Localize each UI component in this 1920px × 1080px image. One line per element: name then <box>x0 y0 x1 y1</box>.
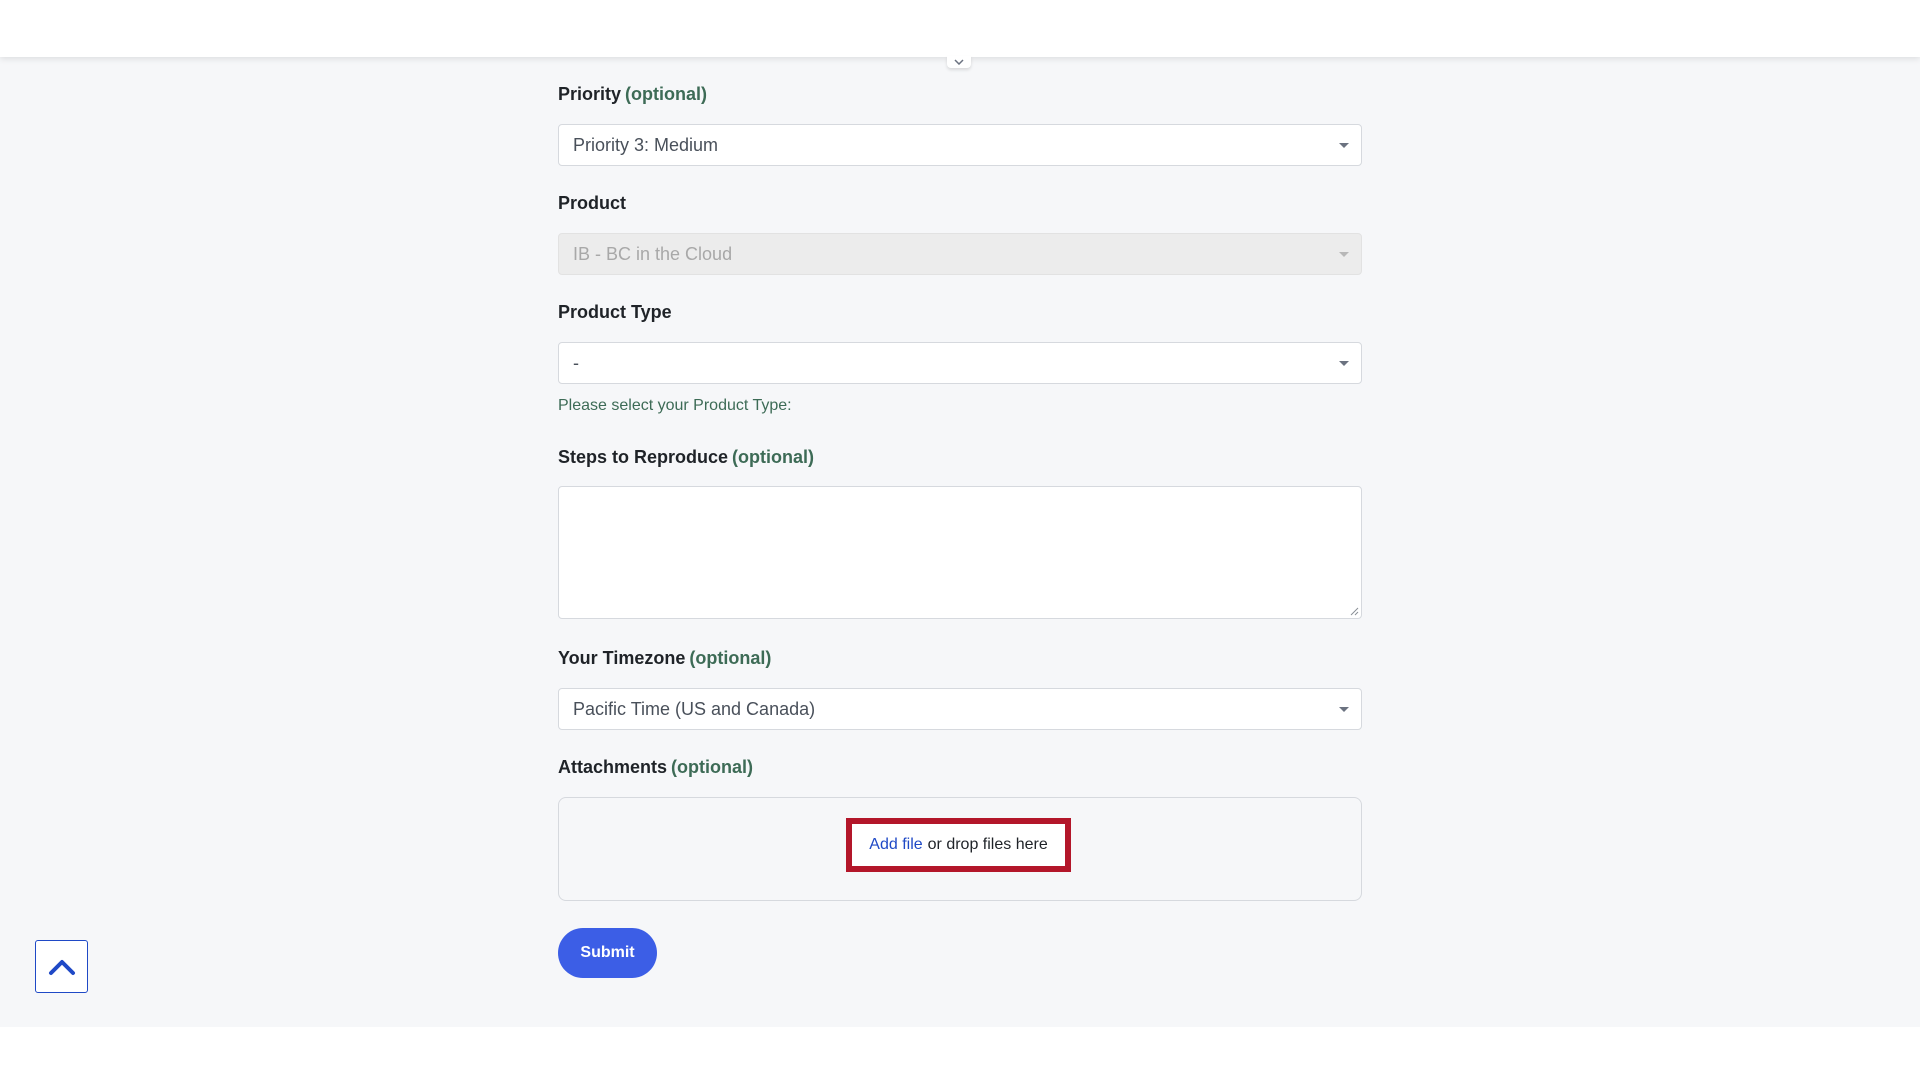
product-label-text: Product <box>558 193 627 213</box>
submit-button[interactable]: Submit <box>558 928 657 978</box>
attachments-label: Attachments (optional) <box>558 757 753 778</box>
priority-label-text: Priority <box>558 84 622 104</box>
chevron-up-icon <box>48 959 75 975</box>
steps-to-reproduce-label: Steps to Reproduce (optional) <box>558 447 814 468</box>
timezone-label-text: Your Timezone <box>558 648 686 668</box>
product-type-label-text: Product Type <box>558 302 672 322</box>
priority-select-value: Priority 3: Medium <box>573 135 719 155</box>
product-type-select[interactable]: - <box>558 342 1362 384</box>
optional-marker: (optional) <box>625 84 708 104</box>
caret-down-icon <box>1339 361 1349 366</box>
drop-files-text: or drop files here <box>927 836 1048 853</box>
resize-handle-icon[interactable] <box>1350 607 1359 616</box>
steps-to-reproduce-textarea[interactable] <box>558 486 1362 619</box>
product-select: IB - BC in the Cloud <box>558 233 1362 275</box>
caret-down-icon <box>1339 252 1349 257</box>
header-toggle-button[interactable] <box>947 56 971 68</box>
timezone-select[interactable]: Pacific Time (US and Canada) <box>558 688 1362 730</box>
add-file-highlight: Add file or drop files here <box>846 818 1071 872</box>
attachments-label-text: Attachments <box>558 757 668 777</box>
product-select-value: IB - BC in the Cloud <box>573 244 733 264</box>
steps-to-reproduce-label-text: Steps to Reproduce <box>558 447 729 467</box>
add-file-link[interactable]: Add file <box>869 836 922 854</box>
priority-label: Priority (optional) <box>558 84 707 105</box>
caret-down-icon <box>1339 143 1349 148</box>
product-type-label: Product Type <box>558 302 672 323</box>
product-label: Product <box>558 193 626 214</box>
priority-select[interactable]: Priority 3: Medium <box>558 124 1362 166</box>
top-header-bar <box>0 0 1920 57</box>
timezone-label: Your Timezone (optional) <box>558 648 771 669</box>
product-type-select-value: - <box>573 353 579 373</box>
optional-marker: (optional) <box>732 447 815 467</box>
product-type-hint: Please select your Product Type: <box>558 397 792 414</box>
optional-marker: (optional) <box>671 757 754 777</box>
caret-down-icon <box>1339 707 1349 712</box>
optional-marker: (optional) <box>689 648 772 668</box>
timezone-select-value: Pacific Time (US and Canada) <box>573 699 816 719</box>
attachments-dropzone[interactable]: Add file or drop files here <box>558 797 1362 901</box>
footer-area <box>0 1027 1920 1080</box>
back-to-top-button[interactable] <box>35 940 88 993</box>
chevron-down-icon <box>954 59 964 65</box>
